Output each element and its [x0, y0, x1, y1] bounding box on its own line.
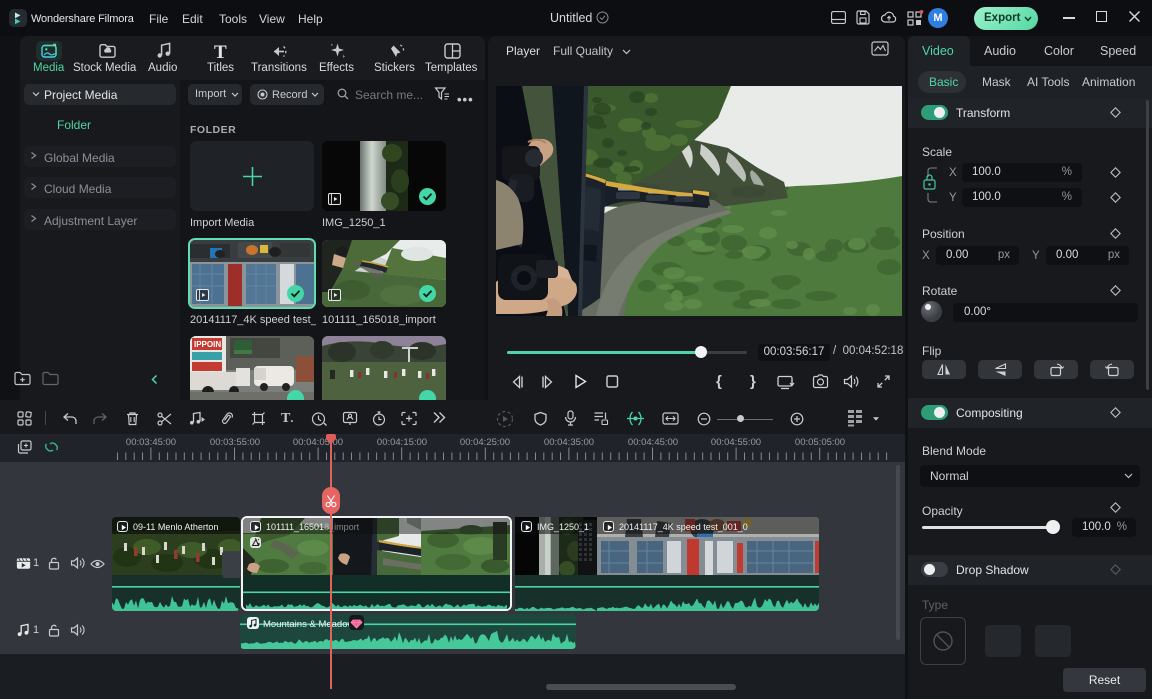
svg-text:IPPOIN: IPPOIN: [194, 340, 221, 349]
